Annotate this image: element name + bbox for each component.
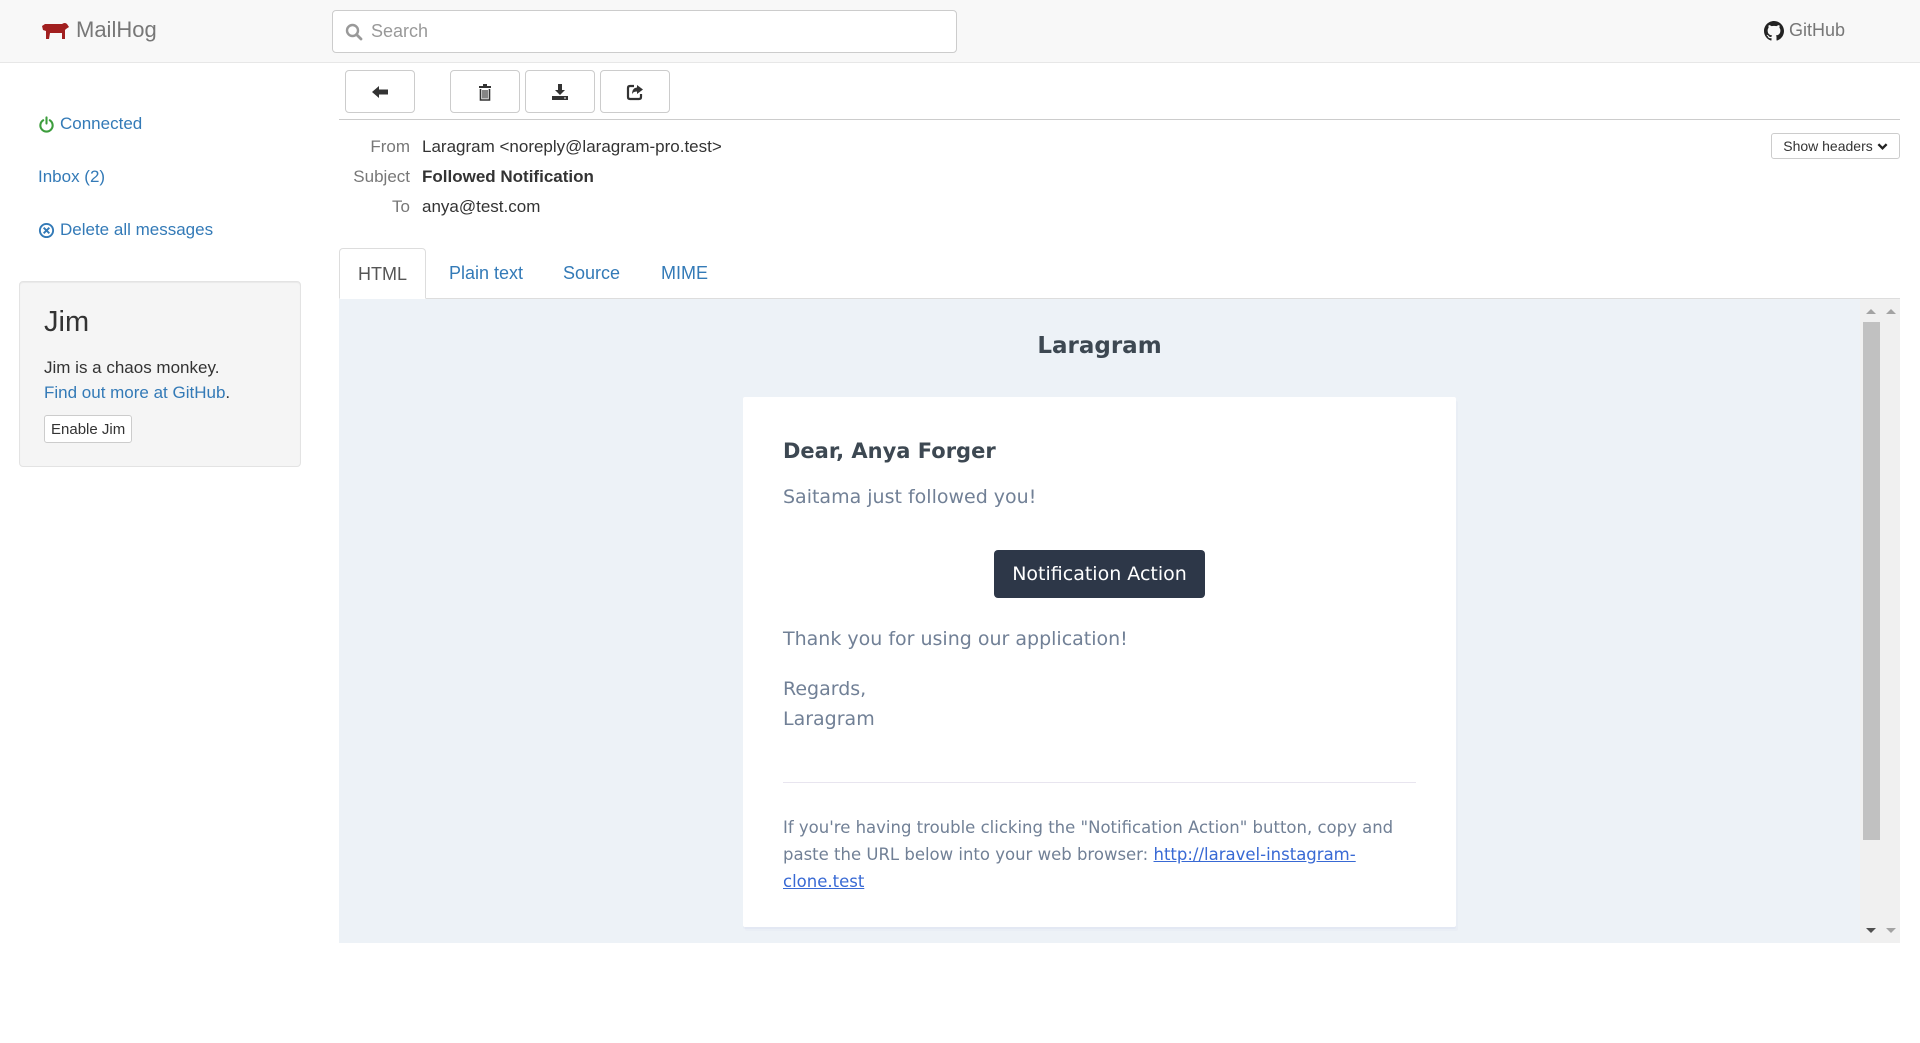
delete-message-button[interactable] (450, 70, 520, 113)
email-body-card: Dear, Anya Forger Saitama just followed … (743, 397, 1456, 927)
search-icon (345, 23, 363, 40)
jim-description: Jim is a chaos monkey. (44, 358, 220, 377)
notification-action-button[interactable]: Notification Action (994, 550, 1205, 598)
download-icon (552, 83, 568, 100)
toolbar-divider (339, 119, 1900, 120)
to-value: anya@test.com (422, 197, 541, 216)
enable-jim-button[interactable]: Enable Jim (44, 415, 133, 443)
tab-plain-text[interactable]: Plain text (431, 248, 541, 299)
page-scrollbar[interactable] (1880, 299, 1900, 943)
scroll-down-arrow-icon[interactable] (1866, 928, 1876, 933)
connection-status[interactable]: Connected (38, 114, 142, 134)
brand-name: MailHog (76, 17, 157, 42)
delete-all-label: Delete all messages (60, 220, 214, 239)
subject-label: Subject (353, 167, 410, 186)
email-outro-line: Thank you for using our application! (783, 628, 1128, 650)
trash-icon (479, 83, 491, 101)
connection-status-label: Connected (60, 114, 143, 133)
subject-value: Followed Notification (422, 167, 594, 186)
email-frame-scrollbar[interactable] (1860, 299, 1880, 943)
search-input[interactable] (371, 21, 931, 42)
email-subcopy: If you're having trouble clicking the "N… (783, 814, 1423, 895)
jim-link-suffix: . (225, 383, 231, 402)
power-icon (39, 115, 54, 133)
email-signature: Laragram (783, 708, 875, 730)
jim-panel: Jim Jim is a chaos monkey. Find out more… (19, 281, 301, 467)
release-button[interactable] (600, 70, 670, 113)
navbar: MailHog GitHub (0, 0, 1920, 63)
email-greeting: Dear, Anya Forger (783, 439, 996, 463)
back-button[interactable] (345, 70, 415, 113)
email-divider (783, 782, 1416, 783)
delete-all-messages-link[interactable]: Delete all messages (38, 220, 213, 240)
github-label: GitHub (1788, 20, 1845, 40)
remove-circle-icon (38, 222, 55, 238)
arrow-left-icon (372, 85, 388, 98)
chevron-down-icon (1877, 142, 1888, 150)
inbox-link[interactable]: Inbox (2) (38, 167, 105, 187)
tab-mime[interactable]: MIME (643, 248, 726, 299)
search-box[interactable] (332, 10, 957, 53)
email-brand-header[interactable]: Laragram (339, 333, 1860, 359)
tab-html[interactable]: HTML (339, 248, 426, 299)
from-label: From (370, 137, 410, 156)
from-value: Laragram <noreply@laragram-pro.test> (422, 137, 722, 156)
pig-logo-icon (42, 23, 69, 39)
page-scroll-up-arrow-icon[interactable] (1886, 309, 1896, 314)
email-salutation: Regards, (783, 678, 867, 700)
scrollbar-thumb[interactable] (1863, 322, 1880, 840)
tab-source[interactable]: Source (545, 248, 638, 299)
jim-description-block: Jim is a chaos monkey. Find out more at … (44, 355, 230, 405)
show-headers-button[interactable]: Show headers (1771, 133, 1900, 159)
inbox-label: Inbox (2) (38, 167, 106, 186)
scroll-up-arrow-icon[interactable] (1866, 309, 1876, 314)
github-icon (1763, 20, 1784, 41)
share-icon (626, 84, 643, 100)
show-headers-label: Show headers (1783, 138, 1873, 154)
to-label: To (392, 197, 410, 216)
jim-title: Jim (44, 306, 90, 338)
download-button[interactable] (525, 70, 595, 113)
github-link[interactable]: GitHub (1763, 20, 1845, 41)
page-scroll-down-arrow-icon[interactable] (1886, 928, 1896, 933)
jim-github-link[interactable]: Find out more at GitHub (44, 383, 225, 402)
email-preview-frame: Laragram Dear, Anya Forger Saitama just … (339, 299, 1900, 943)
brand-link[interactable]: MailHog (40, 17, 157, 43)
email-intro-line: Saitama just followed you! (783, 486, 1037, 508)
